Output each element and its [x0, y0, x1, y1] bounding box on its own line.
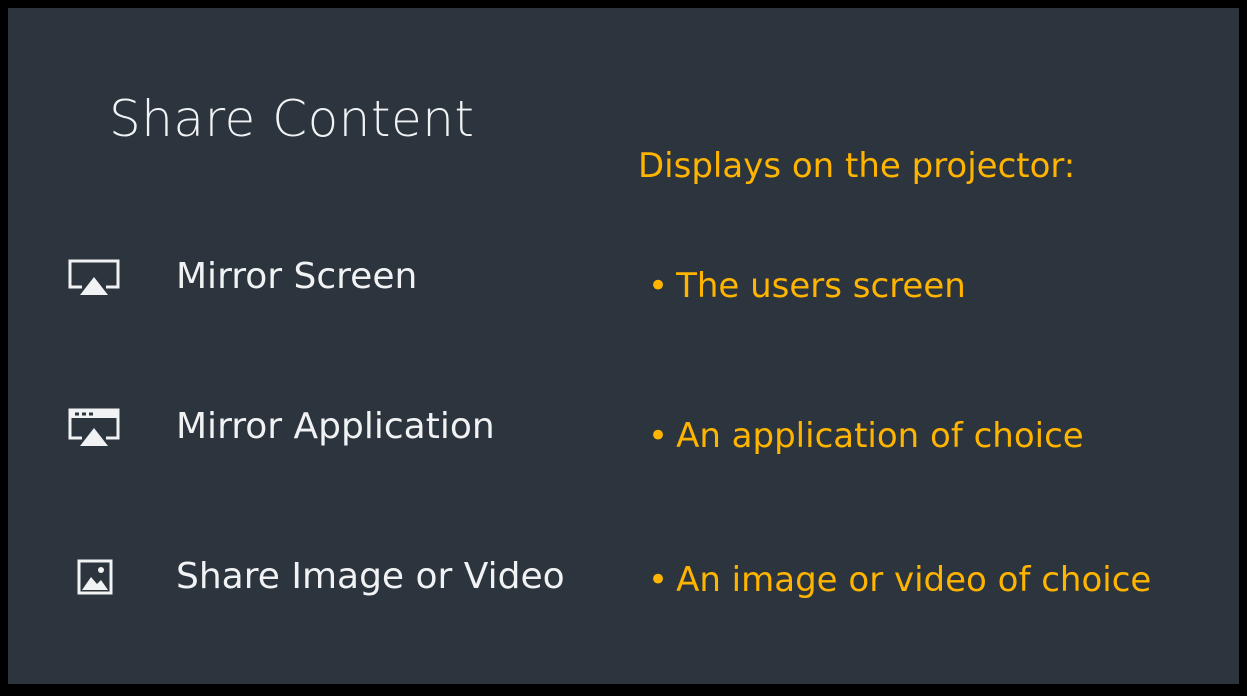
mirror-screen-option[interactable]: Mirror Screen: [66, 256, 417, 297]
mirror-screen-label: Mirror Screen: [176, 256, 418, 297]
share-image-video-option[interactable]: Share Image or Video: [66, 556, 565, 597]
bullet-item: • The users screen: [648, 266, 966, 306]
bullet-item: • An application of choice: [648, 416, 1084, 456]
page-title: Share Content: [109, 90, 475, 148]
airplay-screen-icon: [66, 257, 124, 297]
bullet-dot: •: [648, 266, 669, 306]
projector-heading: Displays on the projector:: [638, 146, 1076, 186]
mirror-application-label: Mirror Application: [176, 406, 495, 447]
share-image-video-label: Share Image or Video: [176, 556, 565, 597]
image-icon: [66, 557, 124, 597]
mirror-application-option[interactable]: Mirror Application: [66, 406, 495, 447]
bullet-dot: •: [648, 560, 669, 600]
bullet-item: • An image or video of choice: [648, 560, 1151, 600]
airplay-window-icon: [66, 407, 124, 447]
bullet-text: An application of choice: [676, 416, 1084, 456]
slide-frame: Share Content Displays on the projector:…: [0, 0, 1247, 696]
bullet-dot: •: [648, 416, 669, 456]
share-content-panel: Share Content Displays on the projector:…: [8, 8, 1239, 684]
bullet-text: The users screen: [676, 266, 966, 306]
bullet-text: An image or video of choice: [676, 560, 1152, 600]
